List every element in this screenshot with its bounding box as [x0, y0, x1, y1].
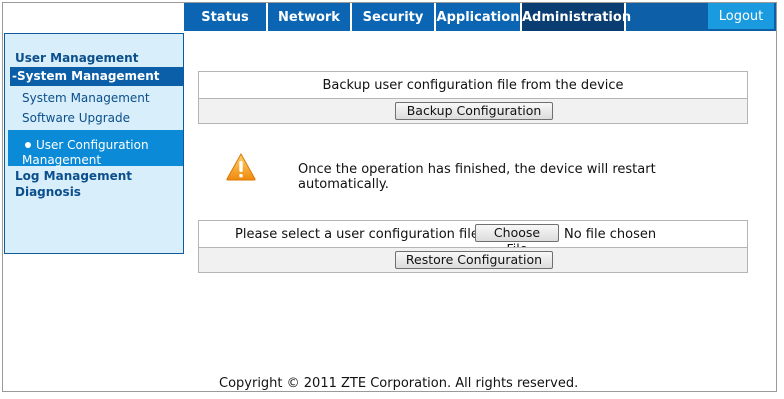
sidebar-item-label: User Configuration Management [22, 138, 149, 167]
sidebar-item-system-management-head[interactable]: -System Management [10, 67, 183, 86]
tab-status[interactable]: Status [184, 3, 268, 31]
tab-administration[interactable]: Administration [522, 3, 631, 31]
sidebar-item-user-management[interactable]: User Management [15, 51, 138, 65]
sidebar-item-user-configuration-management[interactable]: User Configuration Management [8, 130, 183, 167]
restore-file-row: Please select a user configuration file … [199, 221, 747, 256]
sidebar-item-system-management[interactable]: System Management [22, 91, 150, 105]
sidebar: User Management -System Management Syste… [4, 33, 184, 254]
restore-panel: Please select a user configuration file … [198, 220, 748, 273]
sidebar-item-diagnosis[interactable]: Diagnosis [15, 185, 81, 199]
backup-description-row: Backup user configuration file from the … [199, 72, 747, 98]
restore-button-row: Restore Configuration [199, 247, 747, 272]
tab-network[interactable]: Network [268, 3, 352, 31]
sidebar-item-log-management[interactable]: Log Management [15, 169, 132, 183]
tab-security[interactable]: Security [352, 3, 436, 31]
restore-configuration-button[interactable]: Restore Configuration [395, 251, 553, 269]
copyright: Copyright © 2011 ZTE Corporation. All ri… [219, 376, 579, 391]
backup-configuration-button[interactable]: Backup Configuration [395, 102, 553, 120]
backup-description: Backup user configuration file from the … [322, 78, 624, 93]
choose-file-button[interactable]: Choose File [475, 224, 559, 256]
restart-notice: Once the operation has finished, the dev… [298, 162, 656, 192]
backup-panel: Backup user configuration file from the … [198, 71, 748, 124]
sidebar-item-software-upgrade[interactable]: Software Upgrade [22, 111, 130, 125]
file-status: No file chosen [564, 227, 657, 242]
warning-icon [226, 153, 256, 181]
backup-button-row: Backup Configuration [199, 98, 747, 123]
tab-application[interactable]: Application [436, 3, 522, 31]
restore-prompt: Please select a user configuration file [235, 227, 479, 242]
logout-button[interactable]: Logout [708, 3, 774, 29]
